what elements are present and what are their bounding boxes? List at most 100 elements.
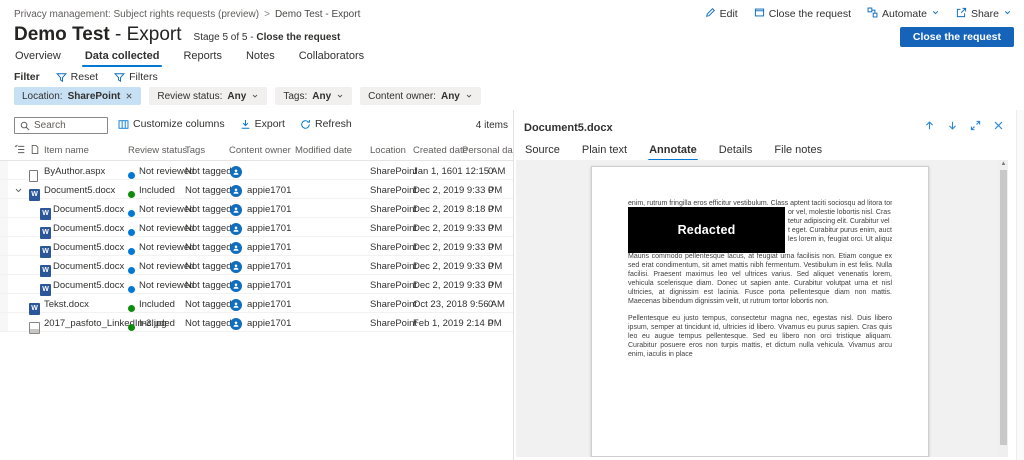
chevron-down-icon xyxy=(931,8,940,20)
file-type-column-icon[interactable] xyxy=(30,144,40,158)
content-owner-cell: appie1701 xyxy=(247,318,291,329)
chevron-down-icon xyxy=(251,92,259,100)
automate-button[interactable]: Automate xyxy=(867,7,940,21)
content-owner-cell: appie1701 xyxy=(247,261,291,272)
refresh-label: Refresh xyxy=(315,118,352,130)
preview-tab-plain-text[interactable]: Plain text xyxy=(581,142,628,161)
tags-cell: Not tagged xyxy=(185,166,231,177)
chip-label: Content owner: xyxy=(368,91,436,102)
personal-data-cell: 0 xyxy=(488,318,493,329)
owner-avatar xyxy=(230,185,242,197)
tab-collaborators[interactable]: Collaborators xyxy=(298,47,365,67)
personal-data-cell: 0 xyxy=(488,166,493,177)
refresh-button[interactable]: Refresh xyxy=(300,118,352,130)
tab-data-collected[interactable]: Data collected xyxy=(84,47,161,67)
item-name-cell[interactable]: Document5.docx xyxy=(53,280,124,291)
review-status-cell: Included xyxy=(139,318,175,329)
funnel-icon xyxy=(114,72,125,83)
item-name-cell[interactable]: Document5.docx xyxy=(53,261,124,272)
customize-columns-button[interactable]: Customize columns xyxy=(118,118,225,130)
breadcrumb-root[interactable]: Privacy management: Subject rights reque… xyxy=(14,9,259,20)
table-row[interactable]: WDocument5.docxNot reviewedNot taggedapp… xyxy=(0,218,513,237)
filter-chip-tags[interactable]: Tags: Any xyxy=(275,87,352,105)
item-name-cell[interactable]: Document5.docx xyxy=(53,242,124,253)
close-request-button[interactable]: Close the request xyxy=(754,7,851,21)
item-name-cell[interactable]: ByAuthor.aspx xyxy=(44,166,105,177)
window-scrollbar[interactable] xyxy=(1016,110,1024,460)
personal-data-cell: 0 xyxy=(488,280,493,291)
preview-tab-source[interactable]: Source xyxy=(524,142,561,161)
file-preview-panel: Document5.docx SourcePlain textAnnotateD… xyxy=(513,110,1024,460)
close-request-button[interactable]: Close the request xyxy=(900,27,1014,47)
download-icon xyxy=(240,119,251,130)
item-name-cell[interactable]: Document5.docx xyxy=(44,185,115,196)
main-tabs: Overview Data collected Reports Notes Collab… xyxy=(14,47,365,67)
column-personal-data[interactable]: Personal da xyxy=(462,145,513,156)
location-cell: SharePoint xyxy=(370,185,417,196)
preview-scrollbar[interactable]: ▲ xyxy=(999,160,1008,457)
column-modified-date[interactable]: Modified date xyxy=(295,145,352,156)
preview-tab-details[interactable]: Details xyxy=(718,142,754,161)
filter-label: Filter xyxy=(14,71,40,83)
column-created-date[interactable]: Created date xyxy=(413,145,468,156)
row-expand-chevron-icon[interactable] xyxy=(14,186,23,198)
redaction-overlay[interactable]: Redacted xyxy=(628,207,785,253)
window-icon xyxy=(754,7,765,21)
close-panel-icon[interactable] xyxy=(993,120,1004,131)
preview-tab-annotate[interactable]: Annotate xyxy=(648,142,698,161)
item-name-cell[interactable]: Document5.docx xyxy=(53,204,124,215)
chip-value: Any xyxy=(441,91,460,102)
app-root: Privacy management: Subject rights reque… xyxy=(0,0,1024,460)
table-row[interactable]: ByAuthor.aspxNot reviewedNot taggedShare… xyxy=(0,161,513,180)
export-button[interactable]: Export xyxy=(240,118,285,130)
filter-chip-reviewstatus[interactable]: Review status: Any xyxy=(149,87,267,105)
scrollbar-up-arrow[interactable]: ▲ xyxy=(999,161,1008,167)
table-row[interactable]: WTekst.docxIncludedNot taggedappie1701Sh… xyxy=(0,294,513,313)
preview-tab-file-notes[interactable]: File notes xyxy=(773,142,823,161)
personal-data-cell: 0 xyxy=(488,299,493,310)
table-rows: ByAuthor.aspxNot reviewedNot taggedShare… xyxy=(0,161,513,332)
tab-notes[interactable]: Notes xyxy=(245,47,276,67)
review-status-cell: Included xyxy=(139,299,175,310)
column-location[interactable]: Location xyxy=(370,145,406,156)
next-item-icon[interactable] xyxy=(947,120,958,131)
item-name-cell[interactable]: Document5.docx xyxy=(53,223,124,234)
preview-scrollbar-thumb[interactable] xyxy=(1000,170,1007,445)
tab-overview[interactable]: Overview xyxy=(14,47,62,67)
status-dot xyxy=(128,229,135,236)
select-all-icon[interactable] xyxy=(14,144,25,158)
column-content-owner[interactable]: Content owner xyxy=(229,145,291,156)
personal-data-cell: 0 xyxy=(488,242,493,253)
previous-item-icon[interactable] xyxy=(924,120,935,131)
column-item-name[interactable]: Item name xyxy=(44,145,89,156)
edit-button[interactable]: Edit xyxy=(705,7,738,21)
items-count: 4 items xyxy=(476,120,508,131)
table-row[interactable]: WDocument5.docxNot reviewedNot taggedapp… xyxy=(0,237,513,256)
table-row[interactable]: WDocument5.docxNot reviewedNot taggedapp… xyxy=(0,199,513,218)
filters-button[interactable]: Filters xyxy=(114,71,158,83)
expand-panel-icon[interactable] xyxy=(970,120,981,131)
table-row[interactable]: WDocument5.docxIncludedNot taggedappie17… xyxy=(0,180,513,199)
search-input[interactable] xyxy=(34,120,102,131)
remove-filter-icon[interactable] xyxy=(125,92,133,100)
item-name-cell[interactable]: Tekst.docx xyxy=(44,299,89,310)
owner-avatar xyxy=(230,242,242,254)
personal-data-cell: 0 xyxy=(488,261,493,272)
column-tags[interactable]: Tags xyxy=(185,145,205,156)
status-dot xyxy=(128,305,135,312)
table-row[interactable]: WDocument5.docxNot reviewedNot taggedapp… xyxy=(0,256,513,275)
funnel-clear-icon xyxy=(56,72,67,83)
table-row[interactable]: WDocument5.docxNot reviewedNot taggedapp… xyxy=(0,275,513,294)
share-button[interactable]: Share xyxy=(956,7,1012,21)
filter-chip-contentowner[interactable]: Content owner: Any xyxy=(360,87,481,105)
reset-filters-button[interactable]: Reset xyxy=(56,71,98,83)
search-box[interactable] xyxy=(14,117,108,134)
preview-panel-icons xyxy=(924,120,1004,131)
table-row[interactable]: 2017_pasfoto_LinkedIn-3.jpgIncludedNot t… xyxy=(0,313,513,332)
filter-chip-location[interactable]: Location: SharePoint xyxy=(14,87,141,105)
tab-reports[interactable]: Reports xyxy=(182,47,223,67)
chip-label: Location: xyxy=(22,91,63,102)
preview-tabs: Source Plain text Annotate Details File note… xyxy=(524,142,823,161)
tags-cell: Not tagged xyxy=(185,242,231,253)
column-review-status[interactable]: Review status xyxy=(128,145,187,156)
